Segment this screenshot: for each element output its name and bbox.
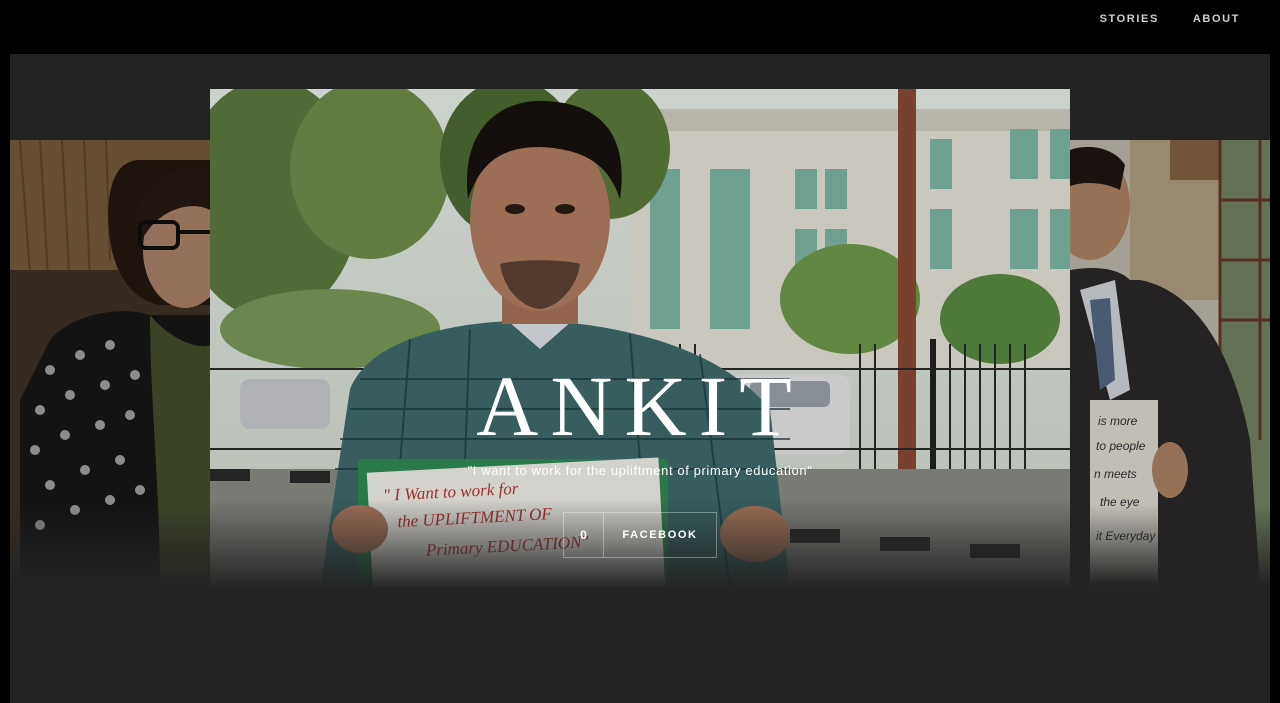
facebook-share-label: FACEBOOK [622, 529, 698, 541]
previous-story-photo[interactable] [10, 140, 210, 585]
featured-story: " I Want to work for the UPLIFTMENT OF P… [210, 89, 1070, 589]
share-count: 0 [564, 513, 604, 557]
svg-text:it Everyday: it Everyday [1096, 529, 1156, 543]
next-story-photo[interactable]: is more to people n meets the eye it Eve… [1070, 140, 1270, 585]
nav-about-link[interactable]: ABOUT [1193, 13, 1240, 25]
top-bar: STORIES ABOUT [0, 0, 1280, 54]
facebook-share-button[interactable]: 0 FACEBOOK [563, 512, 717, 558]
main-nav: STORIES ABOUT [1100, 13, 1240, 25]
story-quote: "I want to work for the upliftment of pr… [467, 463, 813, 478]
story-person-name: ANKIT [476, 358, 804, 454]
nav-stories-link[interactable]: STORIES [1100, 13, 1159, 25]
story-carousel: is more to people n meets the eye it Eve… [10, 54, 1270, 703]
